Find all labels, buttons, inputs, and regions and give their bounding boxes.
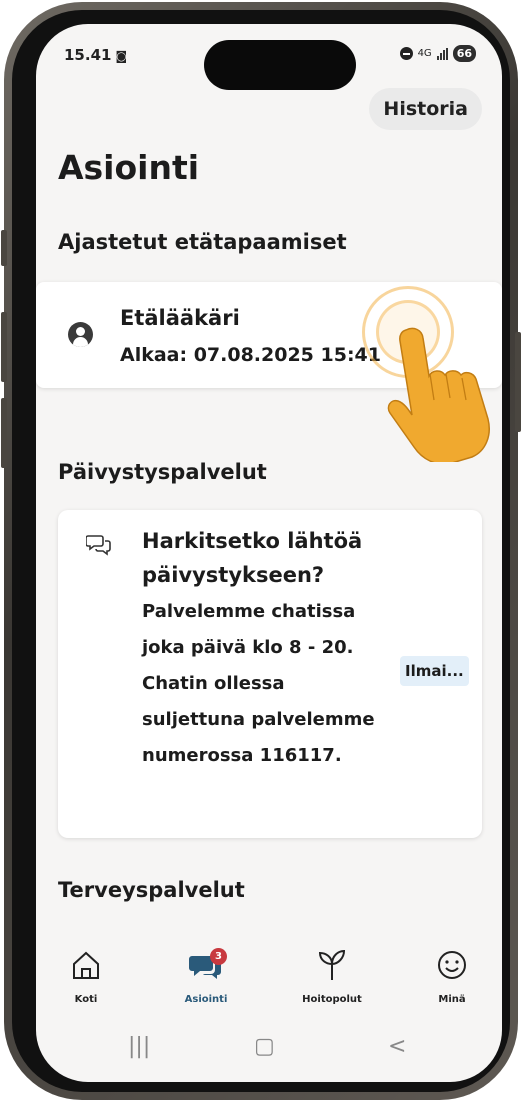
nav-item-asiointi[interactable]: 3 Asiointi xyxy=(156,948,256,1005)
emergency-chat-card[interactable]: Harkitsetko lähtöä päivystykseen? Palvel… xyxy=(58,510,482,838)
notification-badge: 3 xyxy=(210,948,227,965)
appointment-start-time: Alkaa: 07.08.2025 15:41 xyxy=(120,344,381,366)
network-label: 4G xyxy=(417,48,432,59)
pointing-hand-icon xyxy=(376,322,502,466)
smiley-icon xyxy=(436,948,468,984)
appointment-name: Etälääkäri xyxy=(120,306,240,330)
back-icon[interactable]: < xyxy=(388,1034,406,1059)
volume-up-button xyxy=(1,312,7,382)
nav-label: Asiointi xyxy=(184,994,228,1005)
home-button-icon[interactable]: ▢ xyxy=(254,1034,275,1059)
person-icon xyxy=(68,322,93,347)
status-bar: 15.41 ◙ 4G 66 xyxy=(36,24,502,94)
nav-item-home[interactable]: Koti xyxy=(36,948,136,1005)
sprout-icon xyxy=(317,948,347,984)
screen-record-icon: ◙ xyxy=(115,49,128,63)
recent-apps-icon[interactable]: ||| xyxy=(128,1034,150,1059)
nav-item-mina[interactable]: Minä xyxy=(402,948,502,1005)
nav-item-hoitopolut[interactable]: Hoitopolut xyxy=(282,948,382,1005)
phone-frame: 15.41 ◙ 4G 66 Historia Asiointi Ajastetut… xyxy=(1,2,521,1100)
do-not-disturb-icon xyxy=(399,47,413,60)
nav-label: Minä xyxy=(438,994,466,1005)
health-services-section-title: Terveyspalvelut xyxy=(58,878,245,902)
page-title: Asiointi xyxy=(58,148,200,187)
bottom-navigation: Koti 3 Asiointi Hoitopolut Minä xyxy=(36,938,502,1028)
dynamic-island xyxy=(204,40,356,90)
emergency-section-title: Päivystyspalvelut xyxy=(58,460,267,484)
nav-label: Hoitopolut xyxy=(302,994,362,1005)
battery-icon: 66 xyxy=(452,45,476,62)
volume-down-button xyxy=(1,398,7,468)
system-navigation-bar: ||| ▢ < xyxy=(36,1034,502,1074)
status-time: 15.41 ◙ xyxy=(64,46,127,64)
action-button xyxy=(1,230,7,266)
status-chip: Ilmai... xyxy=(400,656,469,686)
nav-label: Koti xyxy=(74,994,98,1005)
chat-icon xyxy=(85,534,112,560)
history-button[interactable]: Historia xyxy=(369,88,482,130)
emergency-card-body: Palvelemme chatissa joka päivä klo 8 - 2… xyxy=(142,601,375,766)
status-icons: 4G 66 xyxy=(399,45,476,62)
emergency-card-title: Harkitsetko lähtöä päivystykseen? xyxy=(142,529,363,587)
appointments-section-title: Ajastetut etätapaamiset xyxy=(58,230,347,254)
signal-icon xyxy=(436,47,448,60)
power-button xyxy=(515,332,521,432)
home-icon xyxy=(71,948,101,984)
screen: 15.41 ◙ 4G 66 Historia Asiointi Ajastetut… xyxy=(36,24,502,1082)
clock: 15.41 xyxy=(64,46,112,64)
